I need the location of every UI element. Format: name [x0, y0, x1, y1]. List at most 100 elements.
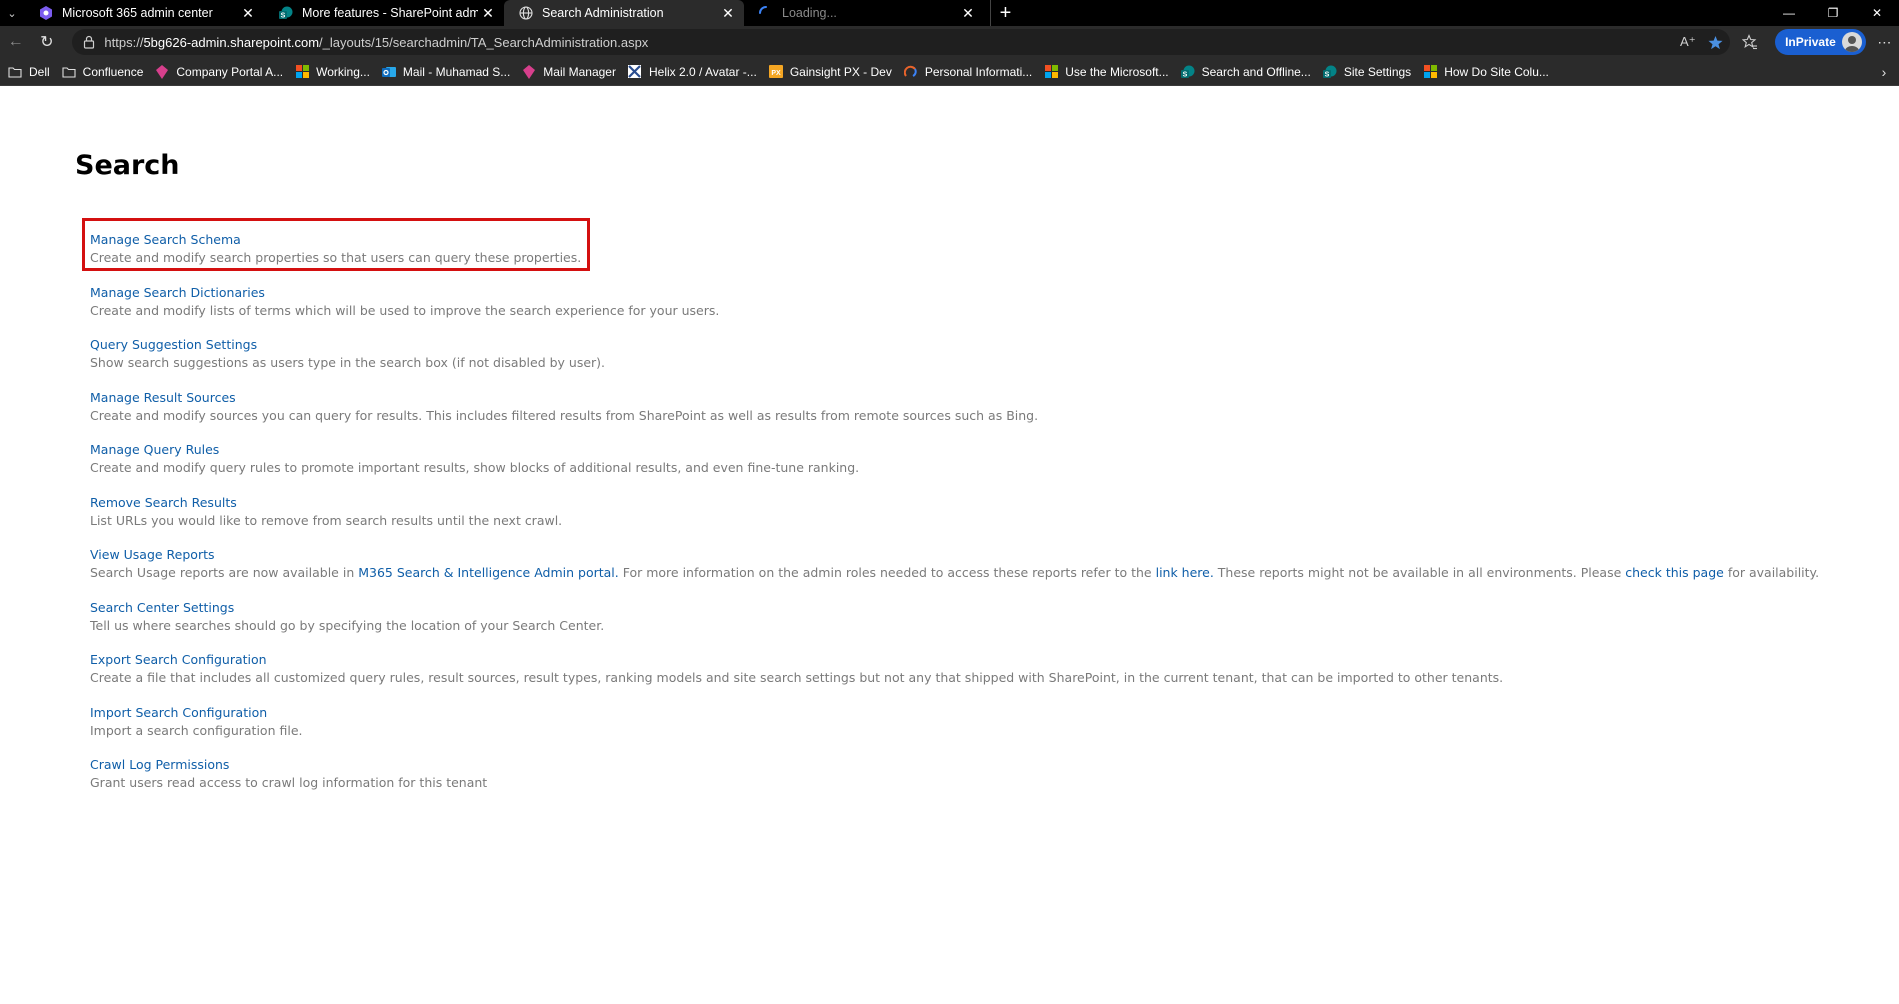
favorite-star-icon[interactable] [1702, 29, 1730, 55]
link-description: Search Usage reports are now available i… [90, 564, 1890, 582]
manage-search-schema-link[interactable]: Manage Search Schema [90, 231, 1890, 249]
close-tab-icon[interactable]: ✕ [238, 3, 258, 23]
more-horizontal-icon: ⋯ [1877, 33, 1892, 50]
tab-m365-admin[interactable]: Microsoft 365 admin center ✕ [24, 0, 264, 26]
favorite-label: Dell [29, 64, 50, 79]
favorite-item[interactable]: How Do Site Colu... [1419, 60, 1557, 84]
address-bar-actions: A⁺ [1674, 29, 1730, 55]
close-window-button[interactable]: ✕ [1855, 0, 1899, 26]
favorite-item[interactable]: Mail Manager [518, 60, 624, 84]
favorite-label: Site Settings [1343, 64, 1412, 79]
favorites-collection-icon[interactable] [1736, 29, 1765, 55]
tab-title: More features - SharePoint admin [302, 6, 478, 20]
admin-roles-link[interactable]: link here. [1156, 565, 1214, 580]
query-suggestion-settings-link[interactable]: Query Suggestion Settings [90, 336, 1890, 354]
favorite-item[interactable]: Helix 2.0 / Avatar -... [624, 60, 765, 84]
list-item: Export Search Configuration Create a fil… [90, 651, 1890, 704]
new-tab-button[interactable]: + [990, 0, 1020, 26]
favorite-label: Confluence [82, 64, 144, 79]
list-item: Manage Query Rules Create and modify que… [90, 441, 1890, 494]
list-item: Manage Search Schema Create and modify s… [90, 231, 1890, 284]
folder-icon [8, 65, 22, 79]
minimize-button[interactable]: — [1767, 0, 1811, 26]
tab-loading[interactable]: Loading... ✕ [744, 0, 984, 26]
inprivate-label: InPrivate [1785, 35, 1836, 49]
tab-actions-menu-button[interactable]: ⌄ [0, 0, 24, 26]
list-item: Query Suggestion Settings Show search su… [90, 336, 1890, 389]
favorite-item[interactable]: Confluence [58, 60, 152, 84]
close-tab-icon[interactable]: ✕ [478, 3, 498, 23]
link-description: Create a file that includes all customiz… [90, 670, 1504, 685]
tab-search-administration[interactable]: Search Administration ✕ [504, 0, 744, 26]
favorite-label: Search and Offline... [1201, 64, 1311, 79]
manage-query-rules-link[interactable]: Manage Query Rules [90, 441, 1890, 459]
link-description: Create and modify lists of terms which w… [90, 302, 720, 318]
outlook-icon [381, 65, 396, 79]
svg-text:S: S [1324, 71, 1329, 78]
settings-more-button[interactable]: ⋯ [1870, 29, 1899, 55]
close-tab-icon[interactable]: ✕ [718, 3, 738, 23]
favorite-item[interactable]: S Search and Offline... [1177, 60, 1319, 84]
list-item: Import Search Configuration Import a sea… [90, 704, 1890, 757]
favorites-overflow-button[interactable]: › [1869, 60, 1899, 84]
sharepoint-icon: S [1180, 65, 1195, 79]
favorite-label: Personal Informati... [924, 64, 1033, 79]
search-center-settings-link[interactable]: Search Center Settings [90, 599, 1890, 617]
address-bar[interactable]: https://5bg626-admin.sharepoint.com/_lay… [72, 29, 1730, 55]
url-text[interactable]: https://5bg626-admin.sharepoint.com/_lay… [104, 35, 648, 50]
list-item: Search Center Settings Tell us where sea… [90, 599, 1890, 652]
usage-text: For more information on the admin roles … [618, 565, 1156, 580]
crawl-log-permissions-link[interactable]: Crawl Log Permissions [90, 756, 1890, 774]
browser-toolbar: ← ↻ https://5bg626-admin.sharepoint.com/… [0, 26, 1899, 58]
chevron-down-icon: ⌄ [7, 7, 17, 20]
manage-search-dictionaries-link[interactable]: Manage Search Dictionaries [90, 284, 1890, 302]
list-item: Manage Result Sources Create and modify … [90, 389, 1890, 442]
url-prefix: https:// [104, 34, 144, 50]
browser-tab-strip: ⌄ Microsoft 365 admin center ✕ S More fe… [0, 0, 1899, 26]
favorites-bar: Dell Confluence Company Portal A... Work… [0, 58, 1899, 86]
favorite-item[interactable]: Working... [291, 60, 378, 84]
list-item: View Usage Reports Search Usage reports … [90, 546, 1890, 599]
favorite-item[interactable]: S Site Settings [1319, 60, 1419, 84]
tab-title: Loading... [782, 6, 837, 20]
favorite-item[interactable]: PX Gainsight PX - Dev [765, 60, 900, 84]
url-domain: 5bg626-admin.sharepoint.com [143, 34, 320, 50]
m365-search-admin-portal-link[interactable]: M365 Search & Intelligence Admin portal. [358, 565, 619, 580]
favorite-item[interactable]: Use the Microsoft... [1040, 60, 1176, 84]
restore-button[interactable]: ❐ [1811, 0, 1855, 26]
company-portal-icon [522, 64, 536, 79]
export-search-configuration-link[interactable]: Export Search Configuration [90, 651, 1890, 669]
svg-text:S: S [1182, 71, 1187, 78]
back-arrow-icon: ← [7, 33, 24, 50]
inprivate-profile-button[interactable]: InPrivate [1775, 29, 1866, 55]
link-description: Create and modify search properties so t… [90, 250, 582, 265]
url-path: /_layouts/15/searchadmin/TA_SearchAdmini… [319, 34, 649, 50]
import-search-configuration-link[interactable]: Import Search Configuration [90, 704, 1890, 722]
page-title: Search [75, 150, 180, 181]
read-aloud-icon[interactable]: A⁺ [1674, 29, 1702, 55]
manage-result-sources-link[interactable]: Manage Result Sources [90, 389, 1890, 407]
usage-text: These reports might not be available in … [1213, 565, 1626, 580]
favorite-item[interactable]: Mail - Muhamad S... [378, 60, 518, 84]
favorite-label: How Do Site Colu... [1444, 64, 1549, 79]
refresh-button[interactable]: ↻ [31, 26, 62, 58]
favorite-item[interactable]: Dell [4, 60, 58, 84]
sharepoint-icon: S [1322, 65, 1337, 79]
link-description: Show search suggestions as users type in… [90, 355, 606, 370]
back-button[interactable]: ← [0, 26, 31, 58]
lock-icon[interactable] [78, 31, 100, 53]
page-content: Search Manage Search Schema Create and m… [0, 87, 1899, 1004]
view-usage-reports-link[interactable]: View Usage Reports [90, 546, 1890, 564]
remove-search-results-link[interactable]: Remove Search Results [90, 494, 1890, 512]
favorite-item[interactable]: Company Portal A... [151, 60, 291, 84]
link-description: Tell us where searches should go by spec… [90, 617, 605, 633]
favorite-label: Company Portal A... [176, 64, 284, 79]
close-tab-icon[interactable]: ✕ [958, 3, 978, 23]
folder-icon [62, 65, 76, 79]
check-this-page-link[interactable]: check this page [1625, 565, 1724, 580]
list-item: Remove Search Results List URLs you woul… [90, 494, 1890, 547]
tab-sharepoint-admin[interactable]: S More features - SharePoint admin ✕ [264, 0, 504, 26]
sharepoint-icon: S [278, 5, 294, 21]
helix-icon [628, 65, 642, 79]
favorite-item[interactable]: Personal Informati... [900, 60, 1040, 84]
